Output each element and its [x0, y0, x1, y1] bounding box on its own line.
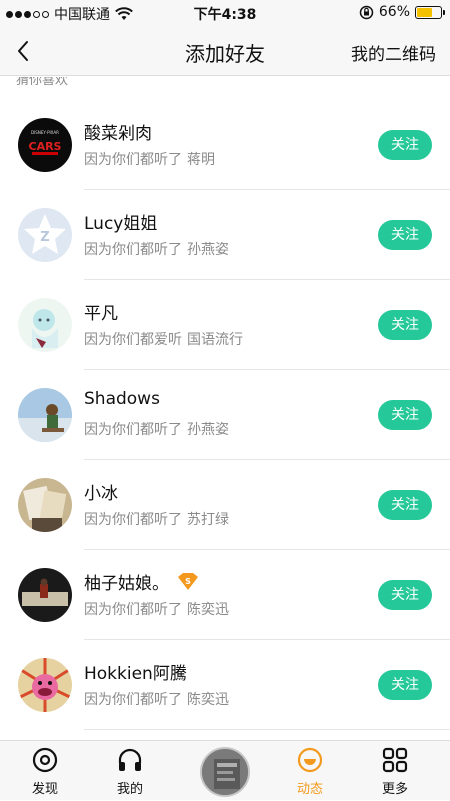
now-playing-button[interactable] [200, 747, 250, 797]
battery-percent: 66% [379, 4, 410, 20]
rotation-lock-icon [359, 5, 374, 20]
back-button[interactable] [10, 36, 40, 66]
follow-button[interactable]: 关注 [378, 220, 432, 250]
avatar[interactable] [18, 568, 72, 622]
avatar[interactable] [18, 658, 72, 712]
tab-discover[interactable]: 发现 [0, 741, 90, 801]
battery-icon [415, 6, 442, 19]
list-item[interactable]: Shadows 因为你们都听了孙燕姿 关注 [0, 370, 450, 460]
avatar[interactable] [18, 478, 72, 532]
battery-fill [417, 8, 432, 17]
list-item[interactable]: Z Lucy姐姐 因为你们都听了孙燕姿 关注 [0, 190, 450, 280]
list-item[interactable]: CARS DISNEY·PIXAR 酸菜剁肉 因为你们都听了蒋明 关注 [0, 100, 450, 190]
recommend-reason: 因为你们都听了陈奕迅 [84, 689, 229, 709]
avatar[interactable]: CARS DISNEY·PIXAR [18, 118, 72, 172]
tab-label: 发现 [0, 778, 90, 797]
divider [84, 729, 450, 730]
carrier-label: 中国联通 [54, 4, 110, 24]
friend-name[interactable]: Hokkien阿騰 [84, 659, 187, 684]
headphones-icon [117, 747, 143, 773]
section-header: 猜你喜欢 [16, 77, 68, 88]
avatar[interactable] [18, 298, 72, 352]
album-cover-icon [202, 749, 250, 797]
svg-text:CARS: CARS [29, 140, 62, 153]
follow-button[interactable]: 关注 [378, 580, 432, 610]
artist-name: 国语流行 [187, 332, 243, 348]
tab-label: 更多 [350, 778, 440, 797]
vip-badge-icon: S [177, 573, 199, 591]
status-bar: 中国联通 下午4:38 66% [0, 0, 450, 26]
follow-button[interactable]: 关注 [378, 670, 432, 700]
my-qr-code-button[interactable]: 我的二维码 [351, 40, 436, 65]
list-item[interactable]: 平凡 因为你们都爱听国语流行 关注 [0, 280, 450, 370]
badge-label: S [185, 577, 191, 586]
friend-name[interactable]: Lucy姐姐 [84, 209, 157, 234]
tab-label: 动态 [265, 778, 355, 797]
avatar[interactable] [18, 388, 72, 442]
tab-label: 我的 [85, 778, 175, 797]
follow-button[interactable]: 关注 [378, 310, 432, 340]
recommend-reason: 因为你们都爱听国语流行 [84, 329, 243, 349]
friend-name[interactable]: 小冰 [84, 479, 118, 504]
follow-button[interactable]: 关注 [378, 130, 432, 160]
follow-button[interactable]: 关注 [378, 490, 432, 520]
artist-name: 孙燕姿 [187, 422, 229, 438]
signal-icon [6, 11, 49, 18]
friend-name[interactable]: 平凡 [84, 299, 118, 324]
wifi-icon [115, 7, 133, 21]
list-item[interactable]: Hokkien阿騰 因为你们都听了陈奕迅 关注 [0, 640, 450, 730]
recommend-reason: 因为你们都听了孙燕姿 [84, 239, 229, 259]
feed-icon [297, 747, 323, 773]
recommend-reason: 因为你们都听了孙燕姿 [84, 419, 229, 439]
svg-text:DISNEY·PIXAR: DISNEY·PIXAR [31, 130, 59, 135]
navigation-bar: 添加好友 我的二维码 [0, 26, 450, 76]
tab-mine[interactable]: 我的 [85, 741, 175, 801]
list-item[interactable]: 柚子姑娘。 S 因为你们都听了陈奕迅 关注 [0, 550, 450, 640]
chevron-left-icon [10, 36, 40, 66]
tab-bar: 发现 我的 动态 更多 [0, 740, 450, 800]
follow-button[interactable]: 关注 [378, 400, 432, 430]
artist-name: 陈奕迅 [187, 692, 229, 708]
svg-text:Z: Z [40, 230, 49, 245]
friend-name[interactable]: 酸菜剁肉 [84, 119, 152, 144]
discover-icon [32, 747, 58, 773]
artist-name: 苏打绿 [187, 512, 229, 528]
friend-name[interactable]: Shadows [84, 389, 160, 409]
list-item[interactable]: 小冰 因为你们都听了苏打绿 关注 [0, 460, 450, 550]
artist-name: 蒋明 [187, 152, 215, 168]
friend-suggestion-list[interactable]: 猜你喜欢 CARS DISNEY·PIXAR 酸菜剁肉 因为你们都听了蒋明 关注… [0, 77, 450, 740]
tab-feed[interactable]: 动态 [265, 741, 355, 801]
recommend-reason: 因为你们都听了苏打绿 [84, 509, 229, 529]
grid-icon [382, 747, 408, 773]
recommend-reason: 因为你们都听了蒋明 [84, 149, 215, 169]
avatar[interactable]: Z [18, 208, 72, 262]
friend-name[interactable]: 柚子姑娘。 S [84, 569, 199, 594]
artist-name: 孙燕姿 [187, 242, 229, 258]
tab-more[interactable]: 更多 [350, 741, 440, 801]
recommend-reason: 因为你们都听了陈奕迅 [84, 599, 229, 619]
carrier-info: 中国联通 [6, 4, 133, 24]
artist-name: 陈奕迅 [187, 602, 229, 618]
battery-info: 66% [359, 4, 442, 20]
